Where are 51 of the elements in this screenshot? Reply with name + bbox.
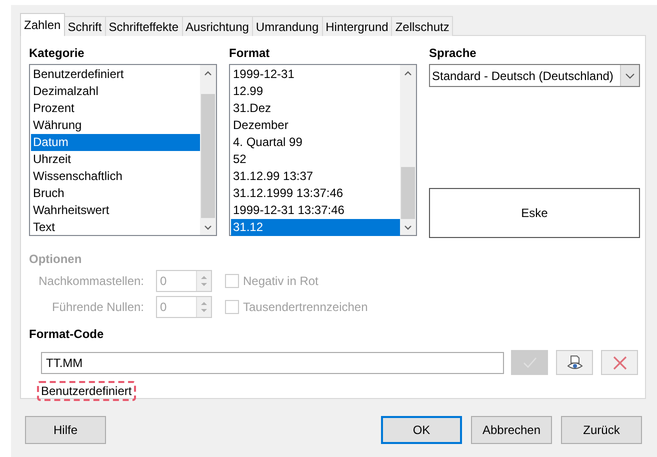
tab[interactable]: Umrandung bbox=[252, 16, 323, 36]
dialog-button[interactable]: OK bbox=[381, 416, 462, 444]
list-item[interactable]: 31.Dez bbox=[231, 100, 400, 117]
tab[interactable]: Schrifteffekte bbox=[104, 16, 183, 36]
toolbar-button[interactable] bbox=[601, 350, 638, 375]
list-item[interactable]: Wahrheitswert bbox=[31, 202, 200, 219]
list-item[interactable]: Bruch bbox=[31, 185, 200, 202]
checkbox-label: Negativ in Rot bbox=[243, 274, 318, 288]
chevron-down-icon bbox=[625, 72, 635, 78]
scrollbar-thumb[interactable] bbox=[201, 94, 215, 218]
field-label: Nachkommastellen: bbox=[38, 274, 144, 288]
list-item[interactable]: 31.12.1999 13:37:46 bbox=[231, 185, 400, 202]
list-item[interactable]: Benutzerdefiniert bbox=[31, 66, 200, 83]
list-item[interactable]: 52 bbox=[231, 151, 400, 168]
dialog-button[interactable]: Zurück bbox=[561, 416, 642, 444]
field-label: Führende Nullen: bbox=[50, 300, 144, 314]
help-button[interactable]: Hilfe bbox=[25, 416, 106, 444]
checkbox-label: Tausendertrennzeichen bbox=[243, 300, 368, 314]
tab[interactable]: Zellschutz bbox=[391, 16, 454, 36]
list-item[interactable]: Datum bbox=[31, 134, 200, 151]
list-item[interactable]: 31.12.99 13:37 bbox=[231, 168, 400, 185]
tab[interactable]: Schrift bbox=[64, 16, 106, 36]
list-heading: Kategorie bbox=[29, 46, 86, 62]
list-item[interactable]: 31.12 bbox=[231, 219, 400, 236]
tab[interactable]: Hintergrund bbox=[322, 16, 392, 36]
document-eye-icon bbox=[566, 354, 582, 370]
section-heading: Format-Code bbox=[29, 327, 105, 341]
list-heading: Sprache bbox=[429, 46, 478, 62]
list-item[interactable]: Text bbox=[31, 219, 200, 236]
tab[interactable]: Ausrichtung bbox=[182, 16, 253, 36]
list-item[interactable]: Uhrzeit bbox=[31, 151, 200, 168]
list-item[interactable]: 12.99 bbox=[231, 83, 400, 100]
format-status-label: Benutzerdefiniert bbox=[37, 381, 136, 401]
list-item[interactable]: Dezember bbox=[231, 117, 400, 134]
dialog-button[interactable]: Abbrechen bbox=[471, 416, 552, 444]
section-heading: Optionen bbox=[29, 252, 83, 266]
tab[interactable]: Zahlen bbox=[20, 13, 65, 36]
language-dropdown[interactable]: Standard - Deutsch (Deutschland) bbox=[429, 64, 640, 87]
list-heading: Format bbox=[229, 46, 271, 62]
format-code-field[interactable]: TT.MM bbox=[41, 352, 504, 374]
delete-icon bbox=[612, 356, 626, 370]
list-item[interactable]: 1999-12-31 13:37:46 bbox=[231, 202, 400, 219]
preview-text: Eske bbox=[521, 206, 548, 220]
list-item[interactable]: Wissenschaftlich bbox=[31, 168, 200, 185]
list-item[interactable]: Währung bbox=[31, 117, 200, 134]
list-item[interactable]: 1999-12-31 bbox=[231, 66, 400, 83]
scrollbar-thumb[interactable] bbox=[401, 167, 415, 219]
list-item[interactable]: Prozent bbox=[31, 100, 200, 117]
list-item[interactable]: 4. Quartal 99 bbox=[231, 134, 400, 151]
toolbar-button[interactable] bbox=[556, 350, 593, 375]
list-item[interactable]: Dezimalzahl bbox=[31, 83, 200, 100]
